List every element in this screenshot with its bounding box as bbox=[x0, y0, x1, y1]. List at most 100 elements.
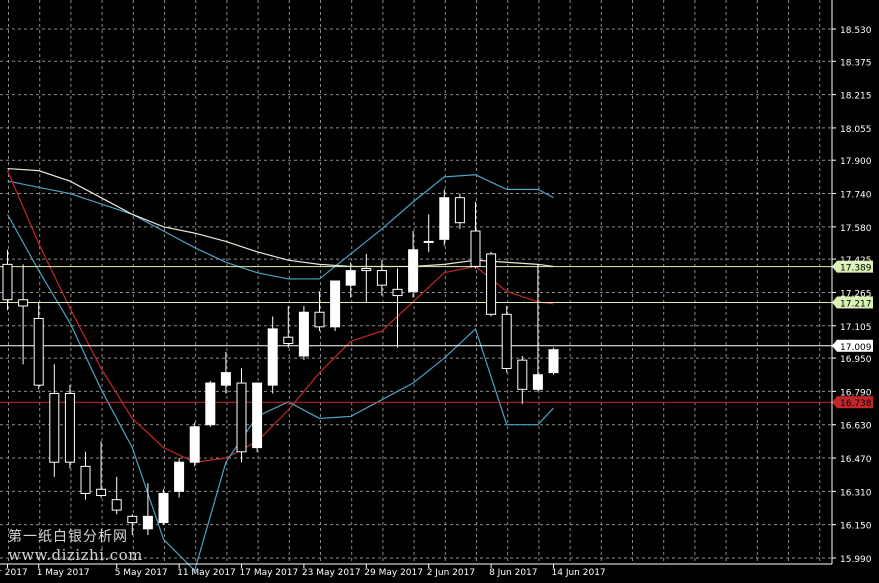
candle[interactable] bbox=[408, 231, 419, 298]
x-tick-label: 8 Jun 2017 bbox=[489, 568, 537, 578]
y-tick-label: 18.055 bbox=[840, 125, 872, 135]
candle[interactable] bbox=[330, 280, 341, 331]
candle[interactable] bbox=[454, 193, 465, 229]
candle-body bbox=[267, 328, 278, 386]
y-tick-label: 16.630 bbox=[840, 422, 872, 432]
candle[interactable] bbox=[2, 249, 13, 311]
candle-body bbox=[189, 426, 200, 463]
candle-body bbox=[423, 240, 434, 243]
candle[interactable] bbox=[283, 305, 294, 348]
candle[interactable] bbox=[532, 264, 543, 392]
price-tag-arrow bbox=[832, 260, 837, 273]
y-tick-label: 17.900 bbox=[840, 157, 872, 167]
price-tag-arrow bbox=[832, 396, 837, 409]
x-tick-label: 17 May 2017 bbox=[240, 568, 299, 578]
candle-body bbox=[80, 465, 91, 494]
candle[interactable] bbox=[158, 489, 169, 525]
candle[interactable] bbox=[267, 316, 278, 394]
candle[interactable] bbox=[189, 422, 200, 467]
candle[interactable] bbox=[111, 476, 122, 515]
candle[interactable] bbox=[470, 201, 481, 269]
y-tick-label: 18.215 bbox=[840, 92, 872, 102]
candle[interactable] bbox=[49, 364, 60, 477]
y-tick-label: 16.150 bbox=[840, 522, 872, 532]
candle-body bbox=[142, 515, 153, 530]
candle[interactable] bbox=[18, 264, 29, 365]
candle-body bbox=[314, 311, 325, 328]
candle-body bbox=[252, 382, 263, 449]
candle[interactable] bbox=[345, 262, 356, 298]
x-tick-label: 29 May 2017 bbox=[364, 568, 423, 578]
candles[interactable] bbox=[2, 189, 559, 536]
candle-body bbox=[158, 492, 169, 524]
candle[interactable] bbox=[361, 253, 372, 302]
candle-body bbox=[532, 374, 543, 390]
candle[interactable] bbox=[392, 268, 403, 348]
candle-body bbox=[33, 317, 44, 386]
candle[interactable] bbox=[501, 305, 512, 373]
candle-body bbox=[439, 197, 450, 240]
candle-body bbox=[361, 268, 372, 272]
candle-body bbox=[501, 313, 512, 369]
candle-body bbox=[486, 253, 497, 315]
candle-body bbox=[111, 499, 122, 511]
x-tick-label: 2 Jun 2017 bbox=[427, 568, 475, 578]
watermark-url: www.dizizhi.com bbox=[8, 546, 143, 564]
candle[interactable] bbox=[252, 382, 263, 452]
candle-body bbox=[49, 392, 60, 463]
candle-body bbox=[64, 392, 75, 463]
y-tick-label: 17.425 bbox=[840, 256, 872, 266]
y-tick-label: 17.580 bbox=[840, 224, 872, 234]
y-tick-label: 17.265 bbox=[840, 289, 872, 299]
watermark: 第一纸白银分析网 www.dizizhi.com bbox=[8, 528, 143, 564]
y-tick-label: 17.740 bbox=[840, 191, 872, 201]
bollinger-middle-line bbox=[6, 170, 554, 463]
x-tick-label: 11 May 2017 bbox=[177, 568, 236, 578]
chart-area[interactable]: 17.389 17.217 17.009 16.738 18.530 18.375 18.… bbox=[0, 0, 879, 583]
time-axis: 27 Apr 2017 1 May 2017 5 May 2017 11 May 20… bbox=[0, 563, 832, 578]
watermark-title: 第一纸白银分析网 bbox=[8, 529, 128, 545]
price-tag-label: 17.217 bbox=[840, 299, 872, 309]
candle-body bbox=[96, 488, 107, 497]
candle-body bbox=[2, 263, 13, 301]
candle[interactable] bbox=[96, 441, 107, 498]
candle-body bbox=[548, 349, 559, 374]
price-chart[interactable]: 17.38917.21717.00916.738 18.53018.37518.… bbox=[0, 0, 879, 583]
y-tick-label: 15.990 bbox=[840, 555, 872, 565]
y-tick-label: 16.470 bbox=[840, 455, 872, 465]
candle[interactable] bbox=[205, 380, 216, 427]
price-tag-label: 16.738 bbox=[840, 399, 872, 409]
candle-body bbox=[236, 382, 247, 453]
y-tick-label: 16.310 bbox=[840, 488, 872, 498]
candle-body bbox=[18, 299, 29, 307]
candle[interactable] bbox=[174, 458, 185, 498]
candle[interactable] bbox=[33, 301, 44, 390]
candle[interactable] bbox=[486, 251, 497, 317]
candle[interactable] bbox=[142, 483, 153, 536]
x-tick-label: 1 May 2017 bbox=[37, 568, 90, 578]
candle-body bbox=[376, 270, 387, 286]
candle-body bbox=[408, 249, 419, 292]
price-tag-arrow bbox=[832, 339, 837, 352]
candle[interactable] bbox=[314, 291, 325, 331]
candle-body bbox=[392, 288, 403, 297]
price-level-lines: 17.38917.21717.00916.738 bbox=[0, 260, 873, 409]
candle-body bbox=[127, 515, 138, 524]
candle-body bbox=[220, 372, 231, 386]
price-axis: 18.530 18.375 18.215 18.055 17.900 17.740 17.5… bbox=[831, 0, 872, 565]
x-tick-label: 23 May 2017 bbox=[302, 568, 361, 578]
candle[interactable] bbox=[64, 385, 75, 469]
candle-body bbox=[345, 270, 356, 286]
candle-body bbox=[454, 197, 465, 224]
candle-body bbox=[174, 461, 185, 492]
candle[interactable] bbox=[236, 368, 247, 463]
price-tag-label: 17.009 bbox=[840, 343, 872, 353]
candle[interactable] bbox=[80, 451, 91, 500]
candle[interactable] bbox=[423, 214, 434, 252]
candle[interactable] bbox=[376, 260, 387, 296]
candle[interactable] bbox=[548, 347, 559, 375]
x-tick-label: 14 Jun 2017 bbox=[552, 568, 606, 578]
candle[interactable] bbox=[439, 189, 450, 246]
candle[interactable] bbox=[517, 355, 528, 404]
candle[interactable] bbox=[298, 305, 309, 361]
